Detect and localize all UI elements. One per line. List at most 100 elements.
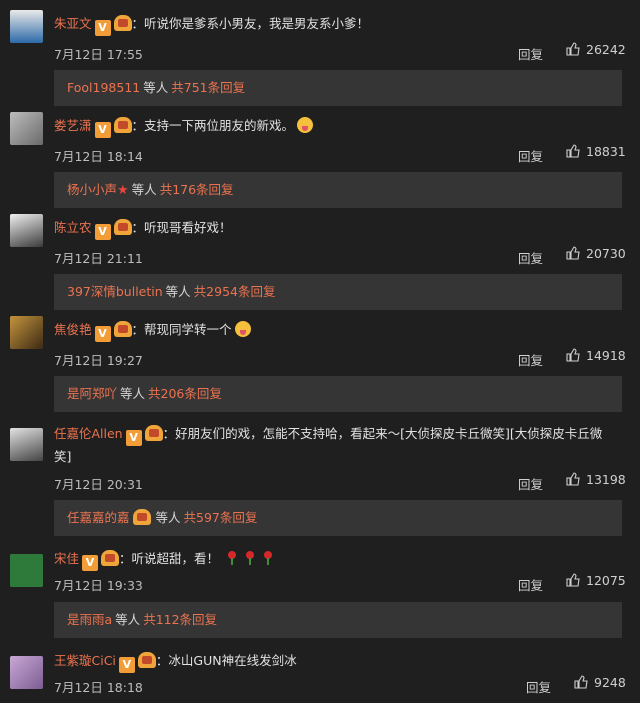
verified-badge-icon: V: [94, 122, 111, 138]
like-count: 18831: [586, 144, 626, 159]
like-button[interactable]: 9248: [574, 675, 626, 690]
verified-badge-icon: V: [118, 657, 135, 673]
like-count: 13198: [586, 472, 626, 487]
like-button[interactable]: 14918: [566, 348, 626, 363]
comment-date: 7月12日 17:55: [54, 47, 143, 62]
rose-icon: [245, 551, 255, 565]
reply-count-link[interactable]: 共2954条回复: [194, 284, 276, 299]
thumbs-up-icon: [566, 42, 580, 56]
crown-icon: [113, 219, 132, 235]
comment-item: 任嘉伦Allen V ：好朋友们的戏，怎能不支持哈，看起来～[大侦探皮卡丘微笑][大…: [0, 418, 640, 540]
avatar[interactable]: [10, 554, 43, 587]
verified-badge-icon: V: [94, 20, 111, 36]
reply-user[interactable]: Fool198511: [67, 80, 140, 95]
username[interactable]: 王紫璇CiCi: [54, 653, 116, 668]
like-count: 12075: [586, 573, 626, 588]
reply-button[interactable]: 回复: [518, 146, 543, 165]
verified-badge-icon: V: [82, 555, 99, 571]
verified-badge-icon: V: [94, 224, 111, 240]
comment-text: ：听说你是爹系小男友，我是男友系小爹！: [131, 16, 370, 31]
verified-badge-icon: V: [125, 430, 142, 446]
avatar[interactable]: [10, 10, 43, 43]
like-count: 14918: [586, 348, 626, 363]
crown-icon: [137, 652, 156, 668]
thumbs-up-icon: [566, 144, 580, 158]
reply-user[interactable]: 397深情bulletin: [67, 284, 163, 299]
comment-date: 7月12日 19:27: [54, 353, 143, 368]
crown-icon: [132, 509, 151, 525]
tongue-emoji-icon: [297, 117, 314, 133]
comment-date: 7月12日 18:14: [54, 149, 143, 164]
reply-summary[interactable]: 任嘉嘉的嘉 等人 共597条回复: [54, 500, 622, 536]
reply-summary[interactable]: 是雨雨a 等人 共112条回复: [54, 602, 622, 638]
rose-icon: [263, 551, 273, 565]
comment-item: 焦俊艳 V ：帮现同学转一个 7月12日 19:27 回复 14918 是阿郑吖 等人…: [0, 306, 640, 412]
avatar[interactable]: [10, 316, 43, 349]
like-count: 26242: [586, 42, 626, 57]
comment-date: 7月12日 18:18: [54, 680, 143, 695]
comment-item: 宋佳 V ：听说超甜，看！ 7月12日 19:33 回复 12075 是雨雨a 等人共…: [0, 540, 640, 642]
reply-summary[interactable]: 是阿郑吖 等人 共206条回复: [54, 376, 622, 412]
reply-user[interactable]: 是阿郑吖: [67, 386, 117, 401]
reply-count-link[interactable]: 共176条回复: [160, 182, 234, 197]
like-count: 20730: [586, 246, 626, 261]
reply-button[interactable]: 回复: [518, 474, 543, 493]
avatar[interactable]: [10, 112, 43, 145]
username[interactable]: 朱亚文: [54, 16, 92, 31]
thumbs-up-icon: [566, 246, 580, 260]
username[interactable]: 宋佳: [54, 551, 79, 566]
comment-item: 朱亚文 V ：听说你是爹系小男友，我是男友系小爹！ 7月12日 17:55 回复 2…: [0, 0, 640, 106]
thumbs-up-icon: [566, 573, 580, 587]
username[interactable]: 娄艺潇: [54, 118, 92, 133]
avatar[interactable]: [10, 656, 43, 689]
like-button[interactable]: 26242: [566, 42, 626, 57]
like-button[interactable]: 13198: [566, 472, 626, 487]
comment-text: ：支持一下两位朋友的新戏。: [131, 118, 295, 133]
reply-user[interactable]: 杨小小声: [67, 182, 117, 197]
like-button[interactable]: 18831: [566, 144, 626, 159]
like-button[interactable]: 12075: [566, 573, 626, 588]
thumbs-up-icon: [566, 472, 580, 486]
reply-user[interactable]: 任嘉嘉的嘉: [67, 510, 130, 525]
reply-summary[interactable]: 杨小小声★ 等人 共176条回复: [54, 172, 622, 208]
tongue-emoji-icon: [234, 321, 251, 337]
reply-button[interactable]: 回复: [518, 44, 543, 63]
like-count: 9248: [594, 675, 626, 690]
reply-button[interactable]: 回复: [518, 248, 543, 267]
reply-button[interactable]: 回复: [526, 677, 551, 696]
reply-summary[interactable]: Fool198511 等人 共751条回复: [54, 70, 622, 106]
reply-count-link[interactable]: 共206条回复: [148, 386, 222, 401]
crown-icon: [113, 15, 132, 31]
reply-button[interactable]: 回复: [518, 575, 543, 594]
avatar[interactable]: [10, 428, 43, 461]
comment-text: ：听说超甜，看！: [119, 551, 220, 566]
comment-text: ：帮现同学转一个: [131, 322, 232, 337]
reply-user[interactable]: 是雨雨a: [67, 612, 112, 627]
comment-date: 7月12日 21:11: [54, 251, 143, 266]
like-button[interactable]: 20730: [566, 246, 626, 261]
comment-item: 王紫璇CiCi V ：冰山GUN神在线发剑冰 7月12日 18:18 回复 9248: [0, 642, 640, 703]
username[interactable]: 任嘉伦Allen: [54, 426, 123, 441]
star-icon: ★: [117, 183, 129, 198]
reply-count-link[interactable]: 共751条回复: [171, 80, 245, 95]
comment-text-continued: 笑]: [54, 449, 72, 464]
crown-icon: [144, 425, 163, 441]
reply-summary[interactable]: 397深情bulletin 等人 共2954条回复: [54, 274, 622, 310]
thumbs-up-icon: [574, 675, 588, 689]
verified-badge-icon: V: [94, 326, 111, 342]
comment-item: 陈立农 V ：听现哥看好戏！ 7月12日 21:11 回复 20730 397深情b…: [0, 204, 640, 310]
username[interactable]: 陈立农: [54, 220, 92, 235]
avatar[interactable]: [10, 214, 43, 247]
reply-button[interactable]: 回复: [518, 350, 543, 369]
crown-icon: [101, 550, 120, 566]
username[interactable]: 焦俊艳: [54, 322, 92, 337]
crown-icon: [113, 117, 132, 133]
comment-text: ：听现哥看好戏！: [131, 220, 232, 235]
comment-text: ：冰山GUN神在线发剑冰: [155, 653, 297, 668]
comment-date: 7月12日 20:31: [54, 477, 143, 492]
comment-item: 娄艺潇 V ：支持一下两位朋友的新戏。 7月12日 18:14 回复 18831 杨…: [0, 102, 640, 208]
crown-icon: [113, 321, 132, 337]
comment-date: 7月12日 19:33: [54, 578, 143, 593]
reply-count-link[interactable]: 共112条回复: [143, 612, 217, 627]
reply-count-link[interactable]: 共597条回复: [184, 510, 258, 525]
